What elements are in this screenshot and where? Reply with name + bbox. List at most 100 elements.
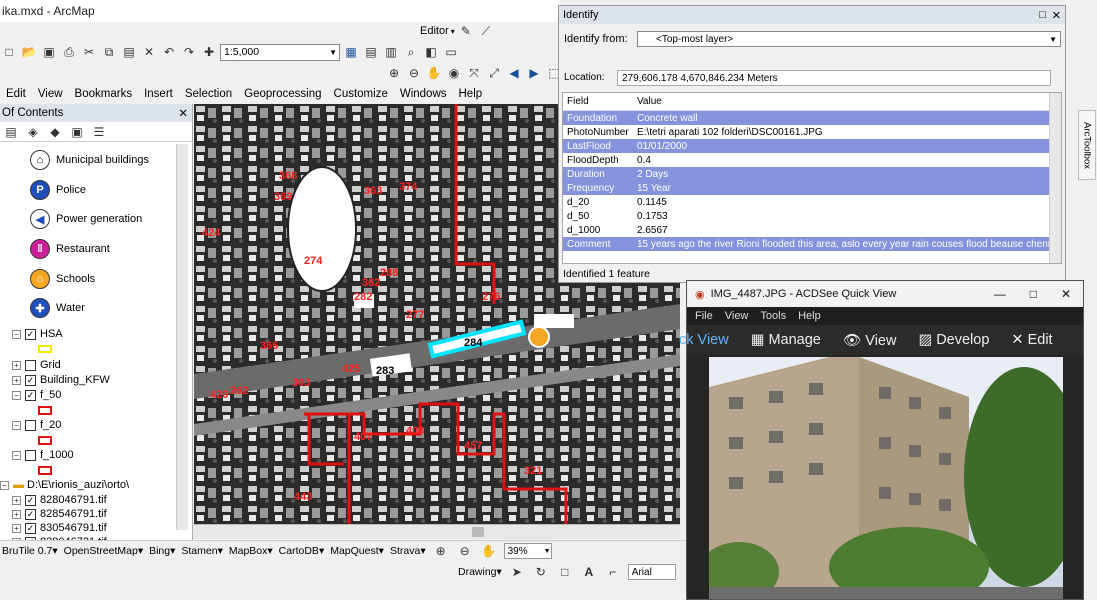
layer-hsa[interactable]: − ✓ HSA: [12, 326, 63, 342]
table-row[interactable]: Frequency 15 Year: [563, 181, 1061, 195]
table-icon[interactable]: ▤: [362, 43, 380, 61]
font-select[interactable]: Arial: [627, 564, 676, 580]
table-scrollbar[interactable]: [1049, 93, 1061, 263]
table-row[interactable]: FloodDepth 0.4: [563, 153, 1061, 167]
table-row[interactable]: Foundation Concrete wall: [563, 111, 1061, 125]
menu-bookmarks[interactable]: Bookmarks: [69, 88, 139, 100]
photo-preview[interactable]: [709, 357, 1063, 599]
brutile-menu[interactable]: BruTile 0.7▾: [2, 545, 58, 557]
layout-zoom-in-icon[interactable]: ⊕: [432, 542, 450, 560]
list-by-source-icon[interactable]: ◈: [24, 123, 42, 141]
table-row[interactable]: d_1000 2.6567: [563, 223, 1061, 237]
tab-edit[interactable]: ✕ Edit: [1011, 332, 1052, 348]
table-row[interactable]: PhotoNumber E:\tetri aparati 102 folderi\…: [563, 125, 1061, 139]
editor-toolbar-icon[interactable]: ▦: [342, 43, 360, 61]
layer-checkbox[interactable]: [25, 359, 36, 371]
layer-grid[interactable]: + Grid: [12, 357, 61, 373]
close-icon[interactable]: ✕: [1061, 287, 1071, 301]
tab-develop[interactable]: ▨ Develop: [918, 332, 989, 348]
arctoolbox-tab[interactable]: ArcToolbox: [1078, 110, 1096, 180]
layer-checkbox[interactable]: ✓: [25, 522, 36, 534]
table-row[interactable]: Comment 15 years ago the river Rioni floo…: [563, 237, 1061, 251]
layer-checkbox[interactable]: ✓: [25, 389, 36, 401]
pan-icon[interactable]: ✋: [425, 64, 443, 82]
copy-icon[interactable]: ⧉: [100, 43, 118, 61]
menu-selection[interactable]: Selection: [179, 88, 238, 100]
collapse-icon[interactable]: −: [12, 450, 21, 460]
catalog-icon[interactable]: ▥: [382, 43, 400, 61]
bing-menu[interactable]: Bing▾: [149, 545, 175, 557]
maximize-icon[interactable]: □: [1039, 9, 1046, 22]
layout-zoom-select[interactable]: 39% ▼: [503, 543, 552, 559]
forward-icon[interactable]: ▶: [525, 64, 543, 82]
menu-insert[interactable]: Insert: [138, 88, 179, 100]
list-by-drawing-order-icon[interactable]: ▤: [2, 123, 20, 141]
editor-menu[interactable]: Editor: [420, 25, 449, 37]
minimize-icon[interactable]: —: [994, 287, 1006, 301]
menu-windows[interactable]: Windows: [394, 88, 453, 100]
menu-view[interactable]: View: [32, 88, 69, 100]
new-icon[interactable]: □: [0, 43, 18, 61]
expand-icon[interactable]: +: [12, 495, 21, 505]
scroll-thumb[interactable]: [472, 527, 484, 537]
fixed-zoom-in-icon[interactable]: ⤧: [465, 64, 483, 82]
menu-help[interactable]: Help: [453, 88, 489, 100]
paste-icon[interactable]: ▤: [120, 43, 138, 61]
tab-view[interactable]: 👁 View: [843, 332, 897, 349]
back-icon[interactable]: ◀: [505, 64, 523, 82]
expand-icon[interactable]: +: [12, 523, 21, 533]
expand-icon[interactable]: +: [12, 375, 21, 385]
arctoolbox-icon[interactable]: ◧: [422, 43, 440, 61]
expand-icon[interactable]: +: [12, 509, 21, 519]
text-icon[interactable]: A: [580, 563, 598, 581]
identify-from-select[interactable]: <Top-most layer> ▼: [637, 31, 1061, 47]
list-by-selection-icon[interactable]: ▣: [68, 123, 86, 141]
mapquest-menu[interactable]: MapQuest▾: [330, 545, 384, 557]
tab-quick-view[interactable]: ck View: [679, 332, 729, 348]
options-icon[interactable]: ☰: [90, 123, 108, 141]
fixed-zoom-out-icon[interactable]: ⤢: [485, 64, 503, 82]
stamen-menu[interactable]: Stamen▾: [181, 545, 222, 557]
search-window-icon[interactable]: ⌕: [402, 43, 420, 61]
undo-icon[interactable]: ↶: [160, 43, 178, 61]
close-icon[interactable]: ✕: [1052, 9, 1061, 22]
maximize-icon[interactable]: □: [1030, 287, 1037, 301]
redo-icon[interactable]: ↷: [180, 43, 198, 61]
delete-icon[interactable]: ✕: [140, 43, 158, 61]
save-icon[interactable]: ▣: [40, 43, 58, 61]
rectangle-icon[interactable]: □: [556, 563, 574, 581]
openstreetmap-menu[interactable]: OpenStreetMap▾: [64, 545, 143, 557]
drawing-menu[interactable]: Drawing▾: [458, 566, 502, 578]
cut-icon[interactable]: ✂: [80, 43, 98, 61]
menu-geoprocessing[interactable]: Geoprocessing: [238, 88, 327, 100]
python-icon[interactable]: ▭: [442, 43, 460, 61]
layer-checkbox[interactable]: ✓: [25, 508, 36, 520]
tab-manage[interactable]: ▦ Manage: [751, 332, 821, 348]
layer-checkbox[interactable]: [25, 419, 36, 431]
sketch-icon[interactable]: ⟋: [477, 22, 495, 40]
close-icon[interactable]: ✕: [178, 106, 188, 120]
layout-pan-icon[interactable]: ✋: [480, 542, 498, 560]
collapse-icon[interactable]: −: [12, 390, 21, 400]
layer-checkbox[interactable]: ✓: [25, 494, 36, 506]
acdsee-menu-view[interactable]: View: [725, 310, 749, 322]
layer-checkbox[interactable]: ✓: [25, 374, 36, 386]
zoom-out-icon[interactable]: ⊖: [405, 64, 423, 82]
table-row[interactable]: d_20 0.1145: [563, 195, 1061, 209]
list-by-visibility-icon[interactable]: ◆: [46, 123, 64, 141]
layer-building-kfw[interactable]: + ✓ Building_KFW: [12, 372, 110, 388]
layer-checkbox[interactable]: ✓: [25, 328, 36, 340]
collapse-icon[interactable]: −: [0, 480, 9, 490]
print-icon[interactable]: ⎙: [60, 43, 78, 61]
edit-tool-icon[interactable]: ✎: [457, 22, 475, 40]
acdsee-menu-file[interactable]: File: [695, 310, 713, 322]
table-row[interactable]: LastFlood 01/01/2000: [563, 139, 1061, 153]
open-icon[interactable]: 📂: [20, 43, 38, 61]
layer-checkbox[interactable]: [25, 449, 36, 461]
mapbox-menu[interactable]: MapBox▾: [229, 545, 273, 557]
toc-scrollbar[interactable]: [176, 144, 188, 530]
cartodb-menu[interactable]: CartoDB▾: [279, 545, 325, 557]
layout-zoom-out-icon[interactable]: ⊖: [456, 542, 474, 560]
map-hscrollbar[interactable]: [194, 524, 680, 539]
menu-edit[interactable]: Edit: [0, 88, 32, 100]
